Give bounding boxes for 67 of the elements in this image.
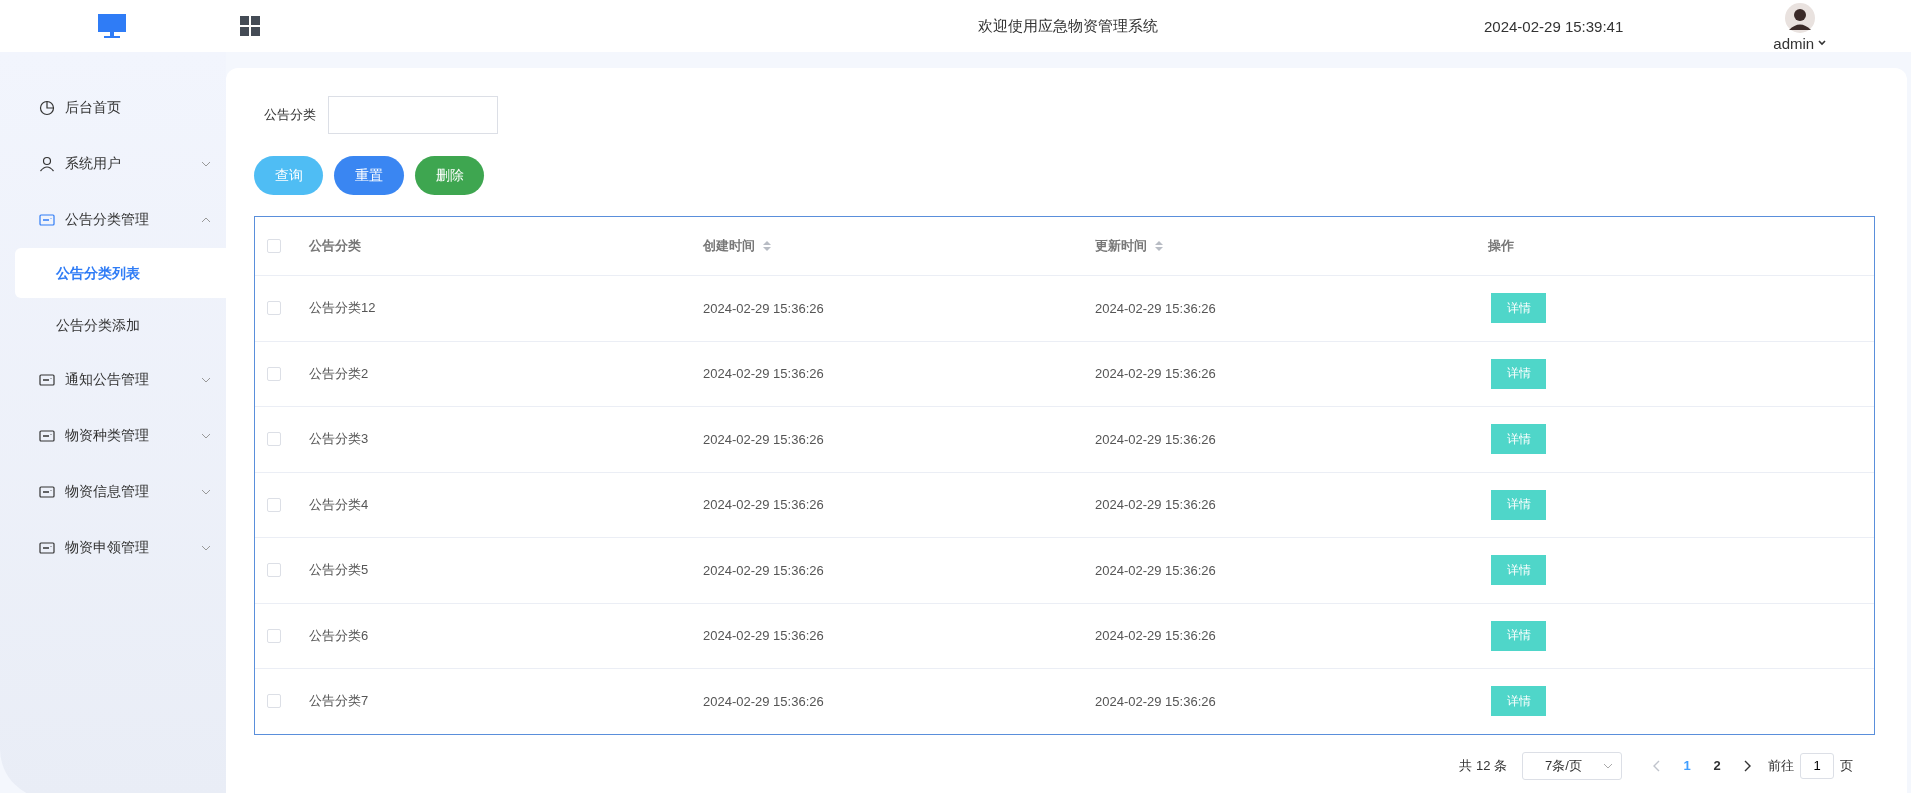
card-icon	[39, 428, 55, 444]
table-cell: 公告分类12	[309, 299, 376, 318]
checkbox[interactable]	[267, 301, 281, 316]
caret-icon	[1818, 40, 1827, 46]
field-label: 公告分类	[264, 106, 316, 124]
checkbox[interactable]	[267, 366, 281, 381]
page-size-select[interactable]: 7条/页	[1522, 751, 1622, 780]
date-time: 2024-02-29 15:39:41	[1484, 17, 1624, 35]
table-cell: 2024-02-29 15:36:26	[703, 300, 824, 316]
table-cell: 2024-02-29 15:36:26	[1095, 497, 1216, 513]
checkbox[interactable]	[267, 694, 281, 709]
submenu-item[interactable]: 公告分类列表	[15, 248, 226, 298]
table-cell: 2024-02-29 15:36:26	[703, 366, 824, 382]
table-cell: 公告分类3	[309, 430, 369, 449]
table-cell: 2024-02-29 15:36:26	[703, 628, 824, 644]
menu-item[interactable]: 物资申领管理	[0, 520, 226, 576]
card-icon	[39, 540, 55, 556]
table-cell: 2024-02-29 15:36:26	[1095, 693, 1216, 709]
checkbox[interactable]	[267, 628, 281, 643]
table-cell: 公告分类7	[309, 692, 369, 711]
card-icon	[39, 484, 55, 500]
table-cell: 2024-02-29 15:36:26	[1095, 300, 1216, 316]
table-cell: 公告分类4	[309, 495, 369, 514]
next-page-icon[interactable]	[1742, 759, 1752, 772]
avatar	[1784, 2, 1815, 33]
column-header: 操作	[1488, 237, 1514, 255]
search-field[interactable]	[328, 96, 498, 134]
column-header: 创建时间	[703, 237, 755, 255]
total-count: 共 12 条	[1459, 756, 1507, 775]
column-header: 公告分类	[309, 237, 361, 255]
menu-item[interactable]: 公告分类管理	[0, 192, 226, 248]
table-cell: 2024-02-29 15:36:26	[703, 431, 824, 447]
user-icon	[39, 156, 55, 172]
table-cell: 2024-02-29 15:36:26	[1095, 628, 1216, 644]
column-header: 更新时间	[1095, 237, 1147, 255]
monitor-icon	[97, 13, 127, 39]
submenu-item[interactable]: 公告分类添加	[15, 300, 226, 350]
checkbox[interactable]	[267, 497, 281, 512]
table-cell: 2024-02-29 15:36:26	[703, 693, 824, 709]
user-menu[interactable]: admin	[1773, 34, 1827, 52]
table-cell: 2024-02-29 15:36:26	[703, 497, 824, 513]
card-icon	[39, 212, 55, 228]
page-number[interactable]: 2	[1702, 758, 1732, 773]
menu-item[interactable]: 后台首页	[0, 80, 226, 136]
checkbox[interactable]	[267, 432, 281, 447]
table-cell: 2024-02-29 15:36:26	[703, 562, 824, 578]
page-input[interactable]: 1	[1800, 752, 1834, 779]
checkbox[interactable]	[267, 239, 281, 253]
page-suffix: 页	[1840, 756, 1853, 775]
menu-item[interactable]: 通知公告管理	[0, 352, 226, 408]
chevron-icon	[1603, 761, 1613, 770]
table-cell: 公告分类2	[309, 364, 369, 383]
menu-item[interactable]: 系统用户	[0, 136, 226, 192]
system-title: 欢迎使用应急物资管理系统	[978, 16, 1159, 36]
goto-label: 前往	[1768, 756, 1794, 775]
pie-chart-icon	[39, 100, 55, 116]
checkbox[interactable]	[267, 563, 281, 578]
table-cell: 公告分类6	[309, 626, 369, 645]
menu-item[interactable]: 物资种类管理	[0, 408, 226, 464]
table-cell: 2024-02-29 15:36:26	[1095, 562, 1216, 578]
table-cell: 2024-02-29 15:36:26	[1095, 366, 1216, 382]
menu-item[interactable]: 物资信息管理	[0, 464, 226, 520]
reset-button[interactable]: 重置	[334, 156, 404, 195]
table-cell: 公告分类5	[309, 561, 369, 580]
grid-icon	[240, 16, 260, 36]
card-icon	[39, 372, 55, 388]
table-cell: 2024-02-29 15:36:26	[1095, 431, 1216, 447]
